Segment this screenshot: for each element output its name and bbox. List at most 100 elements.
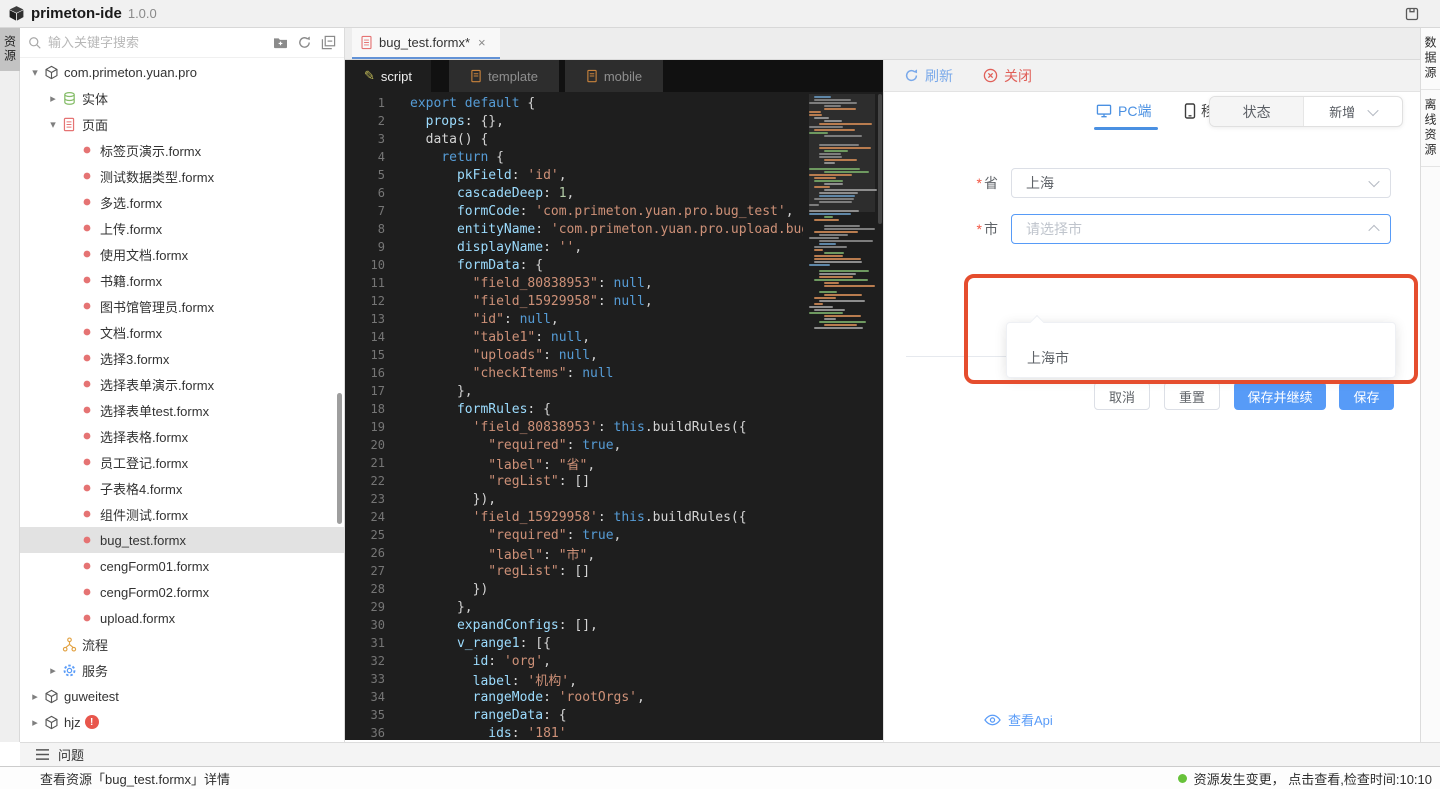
save-and-continue-button[interactable]: 保存并继续 (1234, 382, 1326, 410)
tree-item-guweitest[interactable]: ▸guweitest (20, 683, 344, 709)
formx-file-icon (360, 35, 373, 50)
tree-item--formx[interactable]: 选择表格.formx (20, 423, 344, 449)
tab-script[interactable]: ✎ script (345, 60, 431, 92)
green-dot-icon (1178, 774, 1187, 783)
dropdown-option[interactable]: 上海市 (1007, 323, 1395, 379)
chevron-right-icon[interactable]: ▸ (28, 690, 42, 703)
tree-item--[interactable]: ▸ 服务 (20, 657, 344, 683)
tree-item--formx[interactable]: 员工登记.formx (20, 449, 344, 475)
explorer-scrollbar[interactable] (337, 393, 342, 524)
tree-item--formx[interactable]: 上传.formx (20, 215, 344, 241)
tab-pc[interactable]: PC端 (1096, 101, 1151, 121)
tree-item-label: 实体 (82, 89, 108, 108)
tab-mobile[interactable]: mobile (565, 60, 663, 92)
tree-item-com-primeton-yuan-pro[interactable]: ▾ com.primeton.yuan.pro (20, 59, 344, 85)
reset-button[interactable]: 重置 (1164, 382, 1220, 410)
tree-item--4-formx[interactable]: 子表格4.formx (20, 475, 344, 501)
close-tab-icon[interactable]: × (478, 35, 486, 50)
tree-item-label: bug_test.formx (100, 533, 186, 548)
tree-item--formx[interactable]: 组件测试.formx (20, 501, 344, 527)
tree-item--formx[interactable]: 测试数据类型.formx (20, 163, 344, 189)
close-button[interactable]: 关闭 (983, 66, 1032, 86)
province-select[interactable]: 上海 (1011, 168, 1391, 198)
tree-item-label: 子表格4.formx (100, 479, 182, 498)
tree-item--formx[interactable]: 选择表单演示.formx (20, 371, 344, 397)
form-dot-icon (78, 328, 96, 336)
tree-item-label: 员工登记.formx (100, 453, 188, 472)
error-badge: ! (85, 715, 99, 729)
resource-tree: ▾ com.primeton.yuan.pro ▸ 实体 ▾ 页面标签页演示.formx 测… (20, 59, 344, 744)
view-api-link[interactable]: 查看Api (984, 710, 1053, 729)
save-button[interactable]: 保存 (1339, 382, 1394, 410)
chevron-down-icon[interactable]: ▾ (46, 118, 60, 131)
tree-item-cengform02-formx[interactable]: cengForm02.formx (20, 579, 344, 605)
status-right-text: 资源发生变更， 点击查看,检查时间:10:10 (1194, 769, 1432, 788)
tree-item-label: 服务 (82, 661, 108, 680)
tree-item--formx[interactable]: 书籍.formx (20, 267, 344, 293)
tree-item-upload-formx[interactable]: upload.formx (20, 605, 344, 631)
tree-item--[interactable]: 流程 (20, 631, 344, 657)
tree-item--3-formx[interactable]: 选择3.formx (20, 345, 344, 371)
form-dot-icon (78, 224, 96, 232)
search-input[interactable] (48, 35, 273, 50)
tree-item--formx[interactable]: 文档.formx (20, 319, 344, 345)
tree-item-label: 页面 (82, 115, 108, 134)
chevron-right-icon[interactable]: ▸ (46, 92, 60, 105)
tree-item--formx[interactable]: 使用文档.formx (20, 241, 344, 267)
tree-item--formx[interactable]: 标签页演示.formx (20, 137, 344, 163)
province-label: *省 (950, 173, 998, 193)
chevron-down-icon[interactable]: ▾ (28, 66, 42, 79)
collapse-all-icon[interactable] (321, 35, 336, 50)
panel-tab-datasource[interactable]: 数据源 (1421, 28, 1440, 90)
tab-template[interactable]: template (449, 60, 559, 92)
tree-item-label: 选择表单演示.formx (100, 375, 214, 394)
tree-item-label: com.primeton.yuan.pro (64, 65, 197, 80)
cancel-button[interactable]: 取消 (1094, 382, 1150, 410)
code-editor[interactable]: 1export default {2 props: {},3 data() {4… (345, 92, 883, 740)
refresh-icon (904, 68, 919, 83)
required-asterisk: * (977, 175, 982, 191)
tree-item--[interactable]: ▾ 页面 (20, 111, 344, 137)
refresh-icon[interactable] (297, 35, 312, 50)
form-dot-icon (78, 432, 96, 440)
sidebar-tab-resources[interactable]: 资源 (0, 28, 20, 71)
problems-label: 问题 (58, 745, 84, 764)
panel-tab-offline-resources[interactable]: 离线资源 (1421, 90, 1440, 167)
status-select-value[interactable]: 新增 (1304, 97, 1402, 126)
tree-item--test-formx[interactable]: 选择表单test.formx (20, 397, 344, 423)
tree-item-label: 流程 (82, 635, 108, 654)
city-select[interactable]: 请选择市 (1011, 214, 1391, 244)
tree-item--[interactable]: ▸ 实体 (20, 85, 344, 111)
refresh-button[interactable]: 刷新 (904, 66, 953, 86)
chevron-right-icon[interactable]: ▸ (28, 716, 42, 729)
save-icon[interactable] (1404, 6, 1420, 27)
new-folder-icon[interactable] (273, 36, 288, 49)
tree-item-label: 测试数据类型.formx (100, 167, 214, 186)
tree-item-hjz[interactable]: ▸hjz! (20, 709, 344, 735)
tree-item-cengform01-formx[interactable]: cengForm01.formx (20, 553, 344, 579)
explorer-search-row (20, 28, 344, 58)
file-tab-title: bug_test.formx* (379, 35, 470, 50)
chevron-right-icon[interactable]: ▸ (46, 664, 60, 677)
tree-item-label: upload.formx (100, 611, 175, 626)
document-icon (60, 117, 78, 132)
form-dot-icon (78, 276, 96, 284)
editor-scrollbar[interactable] (878, 94, 882, 224)
problems-bar[interactable]: 问题 (20, 742, 1440, 766)
status-left-text[interactable]: 查看资源「bug_test.formx」详情 (40, 769, 230, 788)
tree-item-label: 选择表单test.formx (100, 401, 209, 420)
status-select[interactable]: 状态 新增 (1209, 96, 1403, 127)
city-label: *市 (950, 219, 998, 239)
minimap[interactable] (803, 92, 883, 740)
status-right[interactable]: 资源发生变更， 点击查看,检查时间:10:10 (1178, 769, 1432, 788)
tree-item--formx[interactable]: 多选.formx (20, 189, 344, 215)
list-icon (35, 748, 50, 761)
left-activity-strip: 资源 (0, 28, 20, 742)
file-tab-bug-test[interactable]: bug_test.formx* × (352, 28, 500, 59)
tree-item--formx[interactable]: 图书馆管理员.formx (20, 293, 344, 319)
form-dot-icon (78, 302, 96, 310)
tree-item-bug_test-formx[interactable]: bug_test.formx (20, 527, 344, 553)
tree-item-label: 多选.formx (100, 193, 162, 212)
package-icon (42, 65, 60, 80)
form-dot-icon (78, 614, 96, 622)
